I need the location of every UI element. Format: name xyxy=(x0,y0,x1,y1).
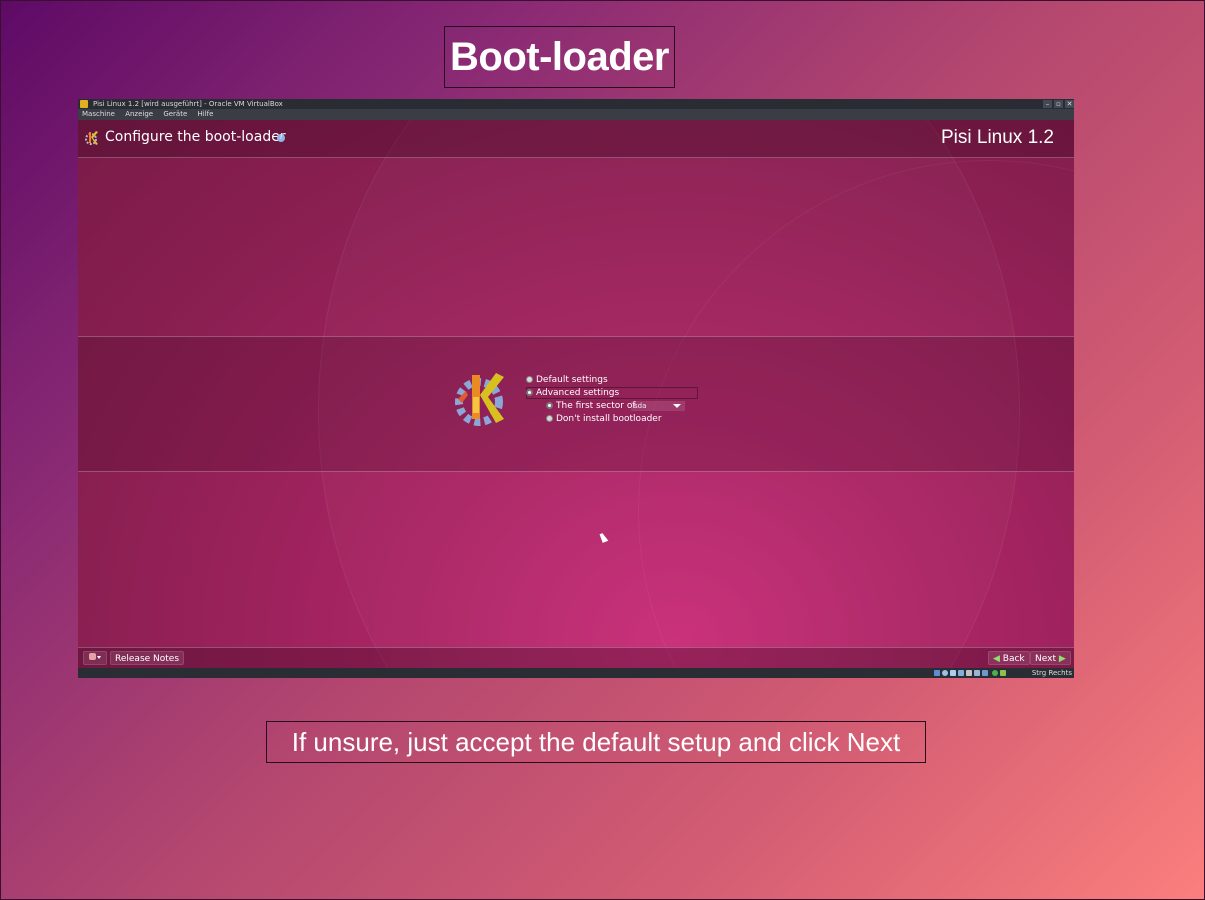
disk-select[interactable]: sda xyxy=(631,401,685,411)
advanced-settings-label: Advanced settings xyxy=(536,388,620,398)
restore-button[interactable]: ▫ xyxy=(1054,100,1063,108)
first-sector-option[interactable]: The first sector of xyxy=(546,401,636,412)
brand-label: Pisi Linux 1.2 xyxy=(940,127,1054,148)
optical-drive-icon[interactable] xyxy=(942,670,948,676)
virtualbox-window[interactable]: Pisi Linux 1.2 [wird ausgeführt] - Oracl… xyxy=(78,99,1074,678)
first-sector-label: The first sector of xyxy=(556,401,636,411)
installer-step-title: Configure the boot-loader xyxy=(105,129,286,145)
vm-menubar: Maschine Anzeige Geräte Hilfe xyxy=(78,109,1074,120)
dont-install-option[interactable]: Don't install bootloader xyxy=(546,414,662,425)
tools-menu-button[interactable] xyxy=(83,651,107,665)
disk-select-value: sda xyxy=(634,402,647,410)
network-icon[interactable] xyxy=(974,670,980,676)
radio-selected-icon[interactable] xyxy=(546,402,553,409)
menu-geraete[interactable]: Geräte xyxy=(163,110,187,118)
dont-install-label: Don't install bootloader xyxy=(556,414,662,424)
slide-title: Boot-loader xyxy=(444,26,675,88)
vm-titlebar: Pisi Linux 1.2 [wird ausgeführt] - Oracl… xyxy=(78,99,1074,109)
menu-hilfe[interactable]: Hilfe xyxy=(198,110,214,118)
back-button[interactable]: ◀ Back xyxy=(988,651,1030,665)
close-button[interactable]: ✕ xyxy=(1065,100,1074,108)
installer-screen: Configure the boot-loader ? Pisi Linux 1… xyxy=(78,120,1074,668)
kde-logo-icon xyxy=(455,373,504,426)
radio-icon[interactable] xyxy=(546,415,553,422)
virtualbox-icon xyxy=(80,100,88,108)
minimize-button[interactable]: – xyxy=(1043,100,1052,108)
next-button[interactable]: Next ▶ xyxy=(1030,651,1071,665)
vm-window-title: Pisi Linux 1.2 [wird ausgeführt] - Oracl… xyxy=(93,100,283,108)
installer-footer: Release Notes ◀ Back Next ▶ xyxy=(78,647,1074,668)
capture-icon[interactable] xyxy=(982,670,988,676)
display-icon[interactable] xyxy=(966,670,972,676)
chevron-down-icon xyxy=(673,404,681,408)
next-button-label: Next xyxy=(1035,654,1056,664)
vm-statusbar: Strg Rechts xyxy=(78,668,1074,678)
back-button-label: Back xyxy=(1002,654,1025,664)
options-panel: Default settings Advanced settings The f… xyxy=(78,336,1074,472)
menu-maschine[interactable]: Maschine xyxy=(82,110,115,118)
host-key-label: Strg Rechts xyxy=(1031,669,1072,677)
tools-icon xyxy=(89,653,101,660)
cpu-activity-icon xyxy=(992,670,998,676)
advanced-settings-option[interactable]: Advanced settings xyxy=(526,388,619,399)
shared-folder-icon[interactable] xyxy=(958,670,964,676)
radio-selected-icon[interactable] xyxy=(526,389,533,396)
usb-icon[interactable] xyxy=(950,670,956,676)
mouse-integration-icon[interactable] xyxy=(1000,670,1006,676)
arrow-left-icon: ◀ xyxy=(993,654,1000,664)
default-settings-option[interactable]: Default settings xyxy=(526,375,608,386)
harddisk-icon[interactable] xyxy=(934,670,940,676)
radio-icon[interactable] xyxy=(526,376,533,383)
release-notes-button[interactable]: Release Notes xyxy=(110,651,185,665)
menu-anzeige[interactable]: Anzeige xyxy=(125,110,153,118)
default-settings-label: Default settings xyxy=(536,375,608,385)
installer-header: Configure the boot-loader ? Pisi Linux 1… xyxy=(78,120,1074,158)
slide-caption: If unsure, just accept the default setup… xyxy=(266,721,926,763)
arrow-right-icon: ▶ xyxy=(1058,654,1066,664)
help-icon[interactable]: ? xyxy=(277,134,285,142)
kde-gear-icon xyxy=(85,131,98,145)
